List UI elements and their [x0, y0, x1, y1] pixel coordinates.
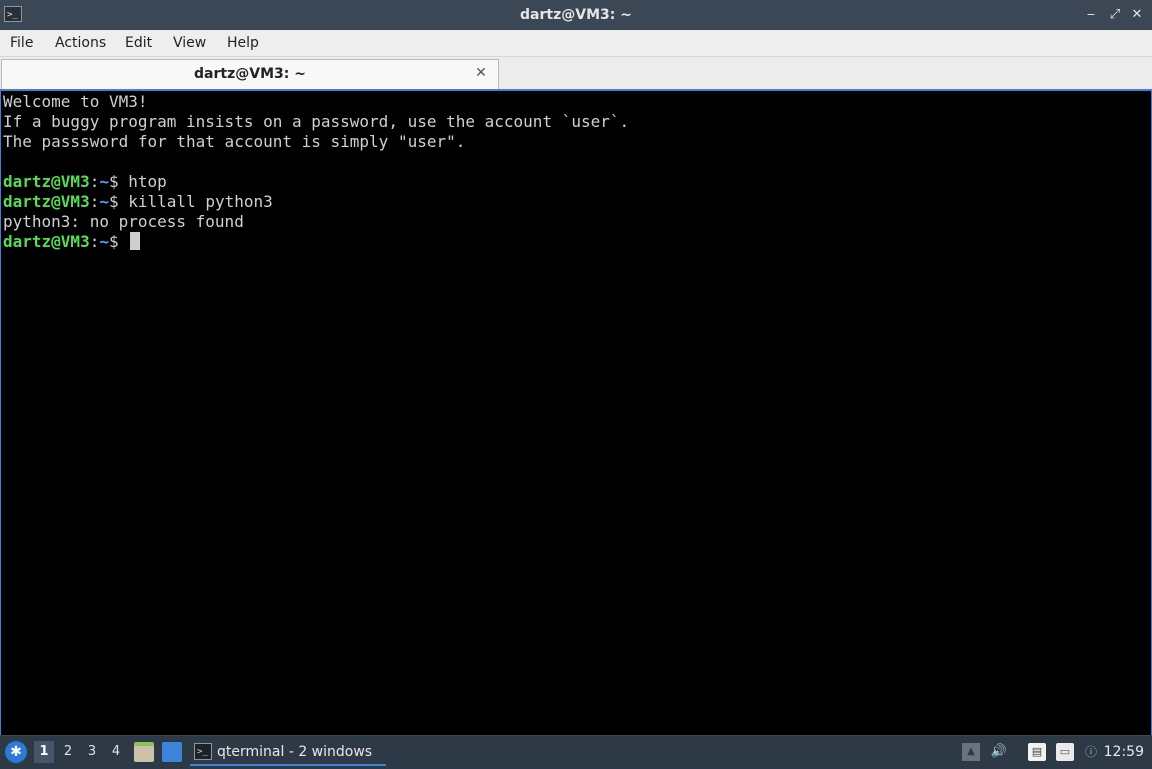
prompt-user: dartz@VM3	[3, 192, 90, 211]
task-label: qterminal - 2 windows	[217, 744, 373, 760]
tab-label: dartz@VM3: ~	[194, 66, 306, 82]
file-manager-icon[interactable]	[134, 742, 154, 762]
taskbar: ✱ 1 2 3 4 >_ qterminal - 2 windows ▲ 🔊 ▤…	[0, 735, 1152, 768]
text-cursor	[130, 232, 141, 250]
current-prompt[interactable]: dartz@VM3:~$	[3, 232, 1149, 252]
clipboard-icon[interactable]: ▤	[1028, 743, 1046, 761]
desktop-switch-2[interactable]: 2	[58, 741, 78, 763]
tray-expand-icon[interactable]: ▲	[962, 743, 980, 761]
window-title: dartz@VM3: ~	[520, 7, 632, 23]
window-titlebar[interactable]: >_ dartz@VM3: ~ ‒ ⤢ ✕	[0, 0, 1152, 30]
prompt-user: dartz@VM3	[3, 232, 90, 251]
command-text: htop	[128, 172, 167, 191]
terminal-icon: >_	[194, 743, 212, 760]
tab-close-icon[interactable]: ✕	[474, 66, 488, 80]
tab-bar: dartz@VM3: ~ ✕	[0, 57, 1152, 91]
menubar: File Actions Edit View Help	[0, 30, 1152, 57]
desktop-switch-3[interactable]: 3	[82, 741, 102, 763]
taskbar-task-qterminal[interactable]: >_ qterminal - 2 windows	[190, 739, 386, 766]
prompt-path: ~	[99, 192, 109, 211]
prompt-colon: :	[89, 192, 100, 211]
menu-edit[interactable]: Edit	[115, 30, 162, 56]
menu-view[interactable]: View	[163, 30, 216, 56]
prompt-user: dartz@VM3	[3, 172, 90, 191]
lxqt-menu-icon[interactable]: ✱	[5, 741, 27, 763]
show-desktop-icon[interactable]	[162, 742, 182, 762]
command-line: dartz@VM3:~$ htop	[3, 172, 1149, 192]
restore-button[interactable]: ⤢	[1106, 6, 1124, 24]
prompt-symbol: $	[108, 192, 129, 211]
prompt-path: ~	[99, 172, 109, 191]
menu-file[interactable]: File	[0, 30, 43, 56]
tab-terminal[interactable]: dartz@VM3: ~ ✕	[1, 59, 499, 89]
motd-line: If a buggy program insists on a password…	[3, 112, 630, 131]
notification-icon[interactable]: ⓘ	[1082, 743, 1100, 761]
desktop-switch-1[interactable]: 1	[34, 741, 54, 763]
volume-icon[interactable]: 🔊	[990, 743, 1008, 761]
command-output: python3: no process found	[3, 212, 244, 231]
motd-line: Welcome to VM3!	[3, 92, 148, 111]
terminal-output[interactable]: Welcome to VM3! If a buggy program insis…	[0, 91, 1152, 735]
prompt-symbol: $	[108, 232, 129, 251]
prompt-path: ~	[99, 232, 109, 251]
menu-help[interactable]: Help	[217, 30, 269, 56]
prompt-colon: :	[89, 232, 100, 251]
desktop-switch-4[interactable]: 4	[106, 741, 126, 763]
prompt-symbol: $	[108, 172, 129, 191]
menu-actions[interactable]: Actions	[45, 30, 116, 56]
minimize-button[interactable]: ‒	[1082, 6, 1100, 24]
network-icon[interactable]: ▭	[1056, 743, 1074, 761]
motd-line: The passsword for that account is simply…	[3, 132, 466, 151]
command-text: killall python3	[128, 192, 273, 211]
close-button[interactable]: ✕	[1128, 6, 1146, 24]
clock[interactable]: 12:59	[1104, 736, 1144, 769]
prompt-colon: :	[89, 172, 100, 191]
command-line: dartz@VM3:~$ killall python3	[3, 192, 1149, 212]
